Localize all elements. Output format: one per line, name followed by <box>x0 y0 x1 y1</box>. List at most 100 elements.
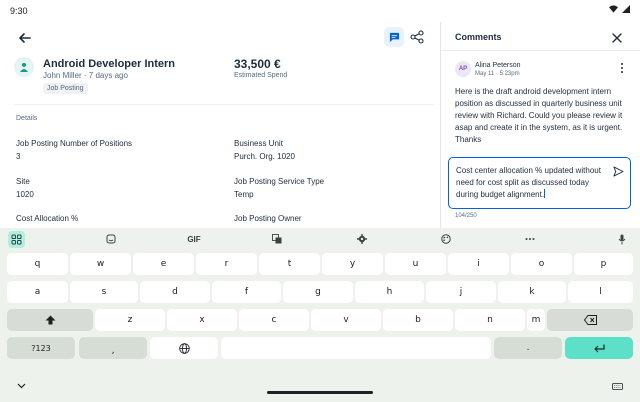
back-arrow-icon[interactable] <box>17 30 33 46</box>
job-subtitle: John Miller · 7 days ago <box>43 71 128 80</box>
enter-key[interactable] <box>565 337 633 359</box>
details-section-label: Details <box>16 115 38 122</box>
sticker-icon <box>106 234 116 244</box>
keyboard-toolbar: GIF <box>0 228 640 250</box>
key-f[interactable]: f <box>212 281 281 303</box>
status-icons <box>609 5 630 13</box>
key-x[interactable]: x <box>167 309 237 331</box>
theme-button[interactable] <box>440 233 452 245</box>
more-vert-icon[interactable] <box>619 62 625 74</box>
symbols-key[interactable]: ?123 <box>7 337 75 359</box>
key-d[interactable]: d <box>140 281 210 303</box>
settings-button[interactable] <box>356 233 368 245</box>
job-tag: Job Posting <box>43 83 88 94</box>
backspace-key[interactable] <box>547 309 633 331</box>
key-o[interactable]: o <box>511 253 572 275</box>
comment-input[interactable]: Cost center allocation % updated without… <box>448 157 631 209</box>
job-title: Android Developer Intern <box>43 58 176 70</box>
divider <box>14 104 434 105</box>
comment-time: May 11 · 5:23pm <box>475 71 520 77</box>
palette-icon <box>441 234 451 244</box>
more-horiz-icon <box>525 238 535 240</box>
key-q[interactable]: q <box>7 253 68 275</box>
key-h[interactable]: h <box>355 281 424 303</box>
backspace-icon <box>583 315 597 325</box>
detail-pane: Android Developer Intern John Miller · 7… <box>0 22 440 228</box>
key-n[interactable]: n <box>455 309 525 331</box>
field-label: Site <box>16 177 30 186</box>
key-t[interactable]: t <box>259 253 320 275</box>
gif-button[interactable]: GIF <box>184 233 204 245</box>
shift-icon <box>45 315 55 325</box>
key-j[interactable]: j <box>426 281 496 303</box>
chevron-down-icon[interactable] <box>17 383 26 389</box>
comma-label: , <box>111 345 115 356</box>
period-key[interactable]: . <box>494 337 562 359</box>
comments-title: Comments <box>455 32 502 42</box>
close-icon[interactable] <box>612 33 622 43</box>
estimated-amount: 33,500 € <box>234 57 281 71</box>
home-gesture-pill[interactable] <box>267 391 373 394</box>
field-label: Job Posting Number of Positions <box>16 139 133 148</box>
comment-input-text: Cost center allocation % updated without… <box>456 166 601 199</box>
key-r[interactable]: r <box>196 253 257 275</box>
key-p[interactable]: p <box>574 253 633 275</box>
key-v[interactable]: v <box>311 309 381 331</box>
people-icon <box>20 63 28 72</box>
job-avatar <box>14 57 34 77</box>
field-value: 3 <box>16 152 21 161</box>
key-e[interactable]: e <box>133 253 194 275</box>
key-w[interactable]: w <box>70 253 131 275</box>
mic-icon <box>618 234 626 244</box>
key-u[interactable]: u <box>385 253 446 275</box>
signal-icon <box>622 5 630 13</box>
status-time: 9:30 <box>10 6 28 16</box>
estimated-amount-label: Estimated Spend <box>234 72 288 79</box>
field-label: Job Posting Owner <box>234 214 302 223</box>
comment-author: Alina Peterson <box>475 62 521 69</box>
comment-input-value[interactable]: Cost center allocation % updated without… <box>456 165 606 201</box>
more-options-button[interactable] <box>524 233 536 245</box>
keyboard-switch-icon[interactable] <box>612 383 623 392</box>
key-s[interactable]: s <box>70 281 138 303</box>
comments-toggle-button[interactable] <box>384 27 404 47</box>
comma-key[interactable]: , <box>79 337 147 359</box>
character-count: 104/250 <box>455 213 477 219</box>
key-y[interactable]: y <box>322 253 383 275</box>
key-b[interactable]: b <box>383 309 453 331</box>
voice-input-button[interactable] <box>617 233 627 245</box>
field-value: 1020 <box>16 190 34 199</box>
comment-avatar: AP <box>455 61 471 77</box>
key-g[interactable]: g <box>283 281 353 303</box>
sticker-button[interactable] <box>105 233 117 245</box>
apps-grid-icon <box>11 234 22 245</box>
comment-icon <box>389 32 399 42</box>
field-value: Purch. Org. 1020 <box>234 152 295 161</box>
key-i[interactable]: i <box>448 253 509 275</box>
field-label: Job Posting Service Type <box>234 177 325 186</box>
field-value: Temp <box>234 190 254 199</box>
translate-icon <box>272 234 282 244</box>
share-icon[interactable] <box>410 30 424 44</box>
space-bar[interactable] <box>221 337 491 359</box>
globe-key[interactable] <box>150 337 218 359</box>
key-m[interactable]: m <box>527 309 545 331</box>
text-caret <box>544 189 546 198</box>
enter-icon <box>594 344 605 352</box>
key-c[interactable]: c <box>239 309 309 331</box>
globe-icon <box>178 342 190 354</box>
translate-button[interactable] <box>271 233 283 245</box>
apps-grid-button[interactable] <box>8 231 25 248</box>
divider <box>441 50 640 51</box>
key-l[interactable]: l <box>568 281 633 303</box>
key-z[interactable]: z <box>95 309 165 331</box>
key-k[interactable]: k <box>498 281 566 303</box>
send-icon[interactable] <box>613 166 624 177</box>
navigation-bar <box>0 376 640 402</box>
wifi-icon <box>609 5 618 13</box>
shift-key[interactable] <box>7 309 93 331</box>
comment-text: Here is the draft android development in… <box>455 87 623 144</box>
status-bar: 9:30 <box>0 0 640 22</box>
field-label: Business Unit <box>234 139 283 148</box>
key-a[interactable]: a <box>7 281 68 303</box>
